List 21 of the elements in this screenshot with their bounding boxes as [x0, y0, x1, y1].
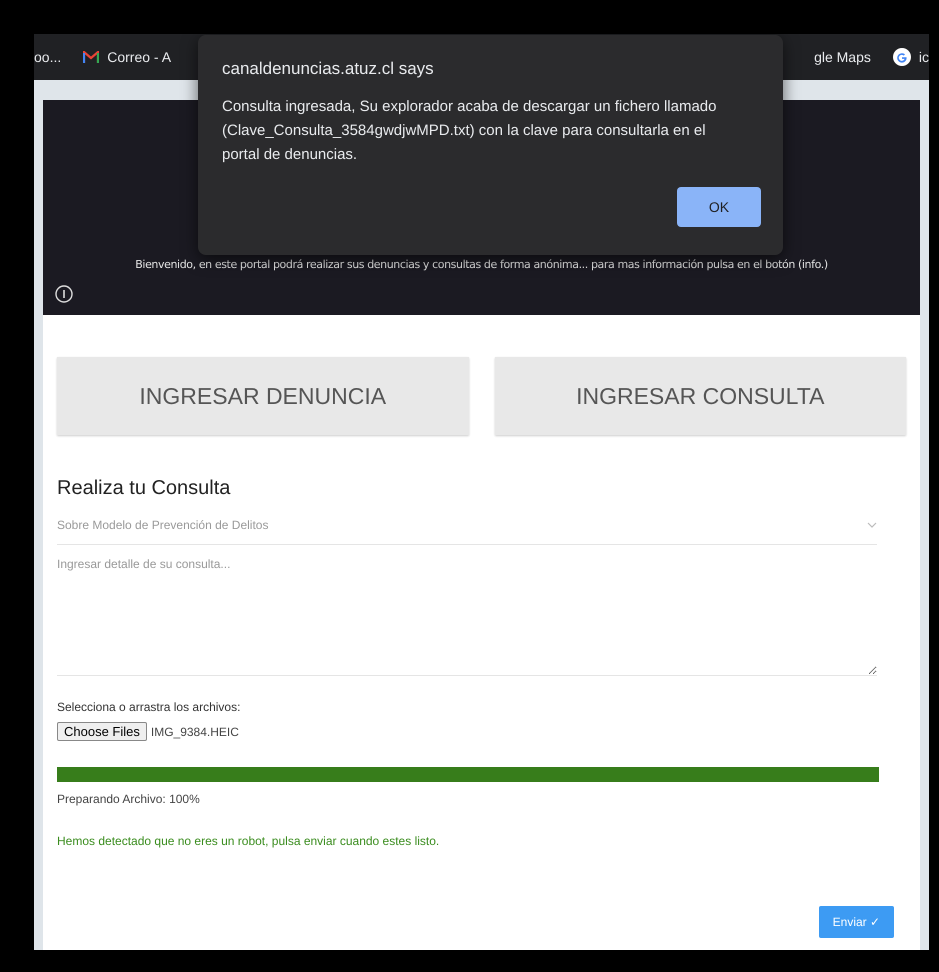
- bookmark[interactable]: oo...: [34, 49, 62, 65]
- bookmark[interactable]: gle Maps: [814, 49, 871, 65]
- choose-files-button[interactable]: Choose Files: [57, 722, 147, 741]
- welcome-text: Bienvenido, en este portal podrá realizar sus denuncias y consultas de forma anónima... para mas información pulsa en el botón (info.): [134, 258, 829, 271]
- dialog-title: canaldenuncias.atuz.cl says: [222, 59, 435, 79]
- chevron-down-icon: [867, 522, 877, 528]
- mail-icon: [83, 51, 100, 63]
- action-button[interactable]: INGRESAR DENUNCIA: [57, 357, 468, 435]
- robot-message: Hemos detectado que no eres un robot, pulsa enviar cuando estes listo.: [57, 834, 440, 848]
- ok-button[interactable]: OK: [677, 187, 761, 227]
- bookmark[interactable]: Correo - A: [83, 49, 172, 65]
- dialog-message: Consulta ingresada, Su explorador acaba de descargar un fichero llamado (Clave_Consulta_3584gwdjwMPD.txt) con la clave para consultarla en el portal de denuncias.: [222, 97, 718, 165]
- bookmark[interactable]: ic: [892, 48, 929, 66]
- progress-text: Preparando Archivo: 100%: [57, 792, 201, 806]
- google-icon: [892, 48, 911, 66]
- files-label: Selecciona o arrastra los archivos:: [57, 700, 242, 714]
- file-name: IMG_9384.HEIC: [150, 724, 239, 738]
- info-icon[interactable]: [55, 285, 73, 303]
- form-title: Realiza tu Consulta: [57, 477, 232, 500]
- detail-field[interactable]: Ingresar detalle de su consulta...: [57, 557, 877, 676]
- action-button[interactable]: INGRESAR CONSULTA: [494, 357, 906, 435]
